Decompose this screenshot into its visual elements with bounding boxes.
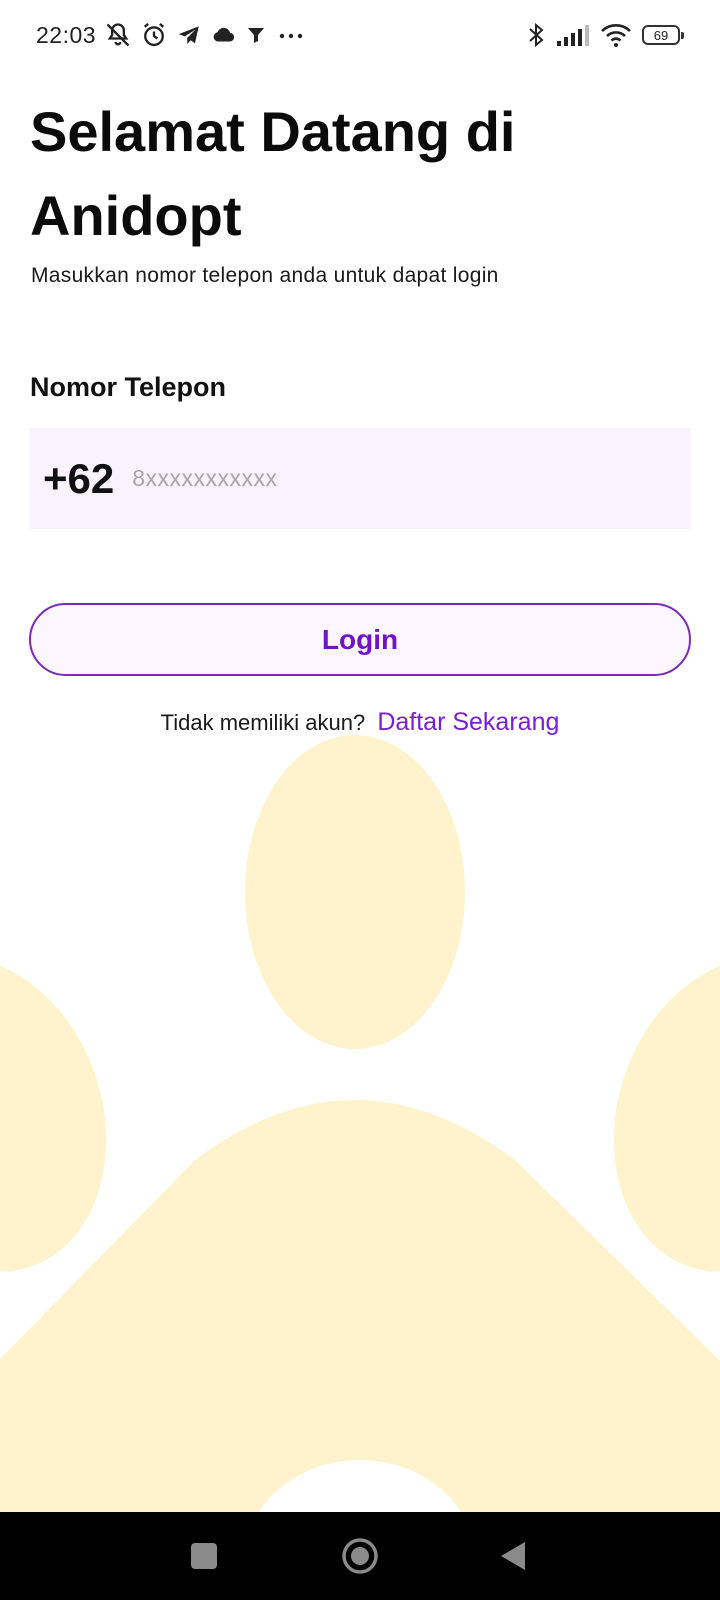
country-code-prefix: +62 <box>43 454 115 502</box>
status-notification-icons <box>104 20 306 50</box>
bluetooth-icon <box>529 22 544 48</box>
more-dots-icon <box>279 33 303 39</box>
page-title: Selamat Datang di Anidopt <box>30 100 516 247</box>
recents-square-icon <box>191 1543 217 1569</box>
cloud-icon <box>213 27 235 42</box>
home-circle-icon <box>342 1538 378 1574</box>
wifi-icon <box>601 24 631 47</box>
recents-button[interactable] <box>182 1534 226 1578</box>
home-button[interactable] <box>338 1534 382 1578</box>
notifications-off-icon <box>106 23 130 47</box>
phone-field-label: Nomor Telepon <box>30 372 227 402</box>
phone-input[interactable] <box>132 465 613 492</box>
login-screen: 22:03 69 Selamat Datang di Anidopt Masuk… <box>0 0 720 1600</box>
battery-icon: 69 <box>642 25 684 45</box>
page-subtitle: Masukkan nomor telepon anda untuk dapat … <box>31 264 499 287</box>
battery-level: 69 <box>653 27 669 43</box>
telegram-icon <box>178 26 199 44</box>
navigation-bar <box>0 1512 720 1600</box>
signal-icon <box>557 25 589 46</box>
status-time: 22:03 <box>36 22 97 48</box>
login-button[interactable]: Login <box>29 603 691 676</box>
back-triangle-icon <box>501 1542 525 1570</box>
back-button[interactable] <box>492 1534 536 1578</box>
status-system-icons: 69 <box>526 20 684 50</box>
phone-field[interactable]: +62 <box>29 428 691 529</box>
status-bar: 22:03 69 <box>0 0 720 72</box>
register-prompt-row: Tidak memiliki akun? Daftar Sekarang <box>0 708 720 737</box>
filter-icon <box>248 28 264 43</box>
register-prompt-text: Tidak memiliki akun? <box>160 710 366 735</box>
alarm-icon <box>143 23 165 47</box>
register-link[interactable]: Daftar Sekarang <box>377 708 559 736</box>
